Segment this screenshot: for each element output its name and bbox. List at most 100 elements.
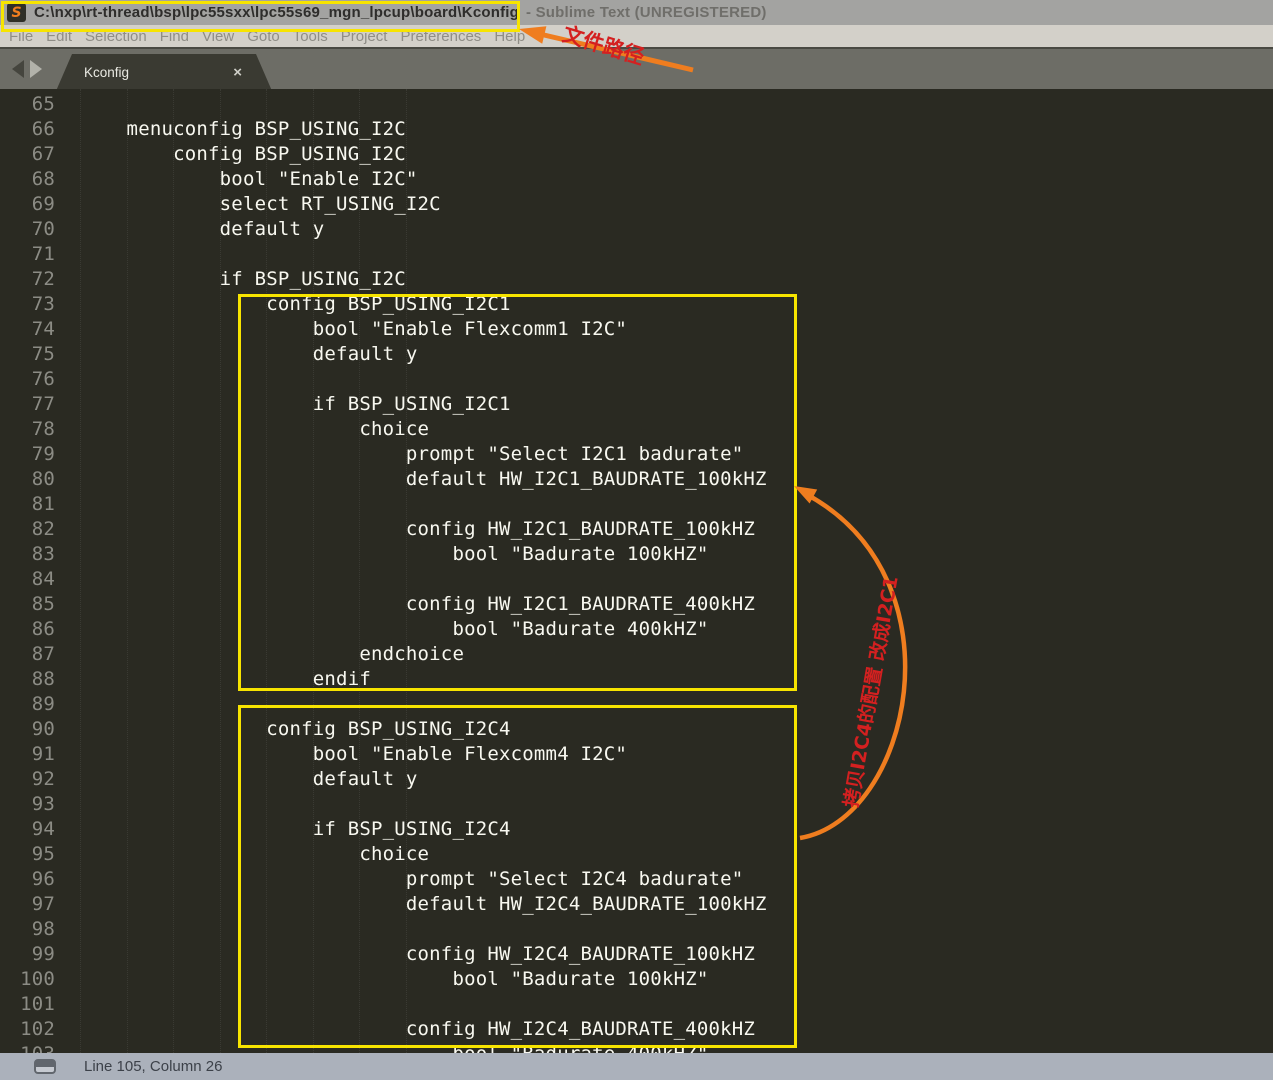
line-number: 83 [0, 542, 55, 567]
indent-guide [266, 89, 267, 1053]
code-line-94: 94 if BSP_USING_I2C4 [0, 817, 1273, 842]
menu-item-preferences[interactable]: Preferences [400, 28, 481, 45]
code-line-82: 82 config HW_I2C1_BAUDRATE_100kHZ [0, 517, 1273, 542]
window-title-bar[interactable]: S C:\nxp\rt-thread\bsp\lpc55sxx\lpc55s69… [0, 0, 1273, 25]
line-text: bool "Enable I2C" [55, 168, 418, 190]
line-number: 92 [0, 767, 55, 792]
code-line-65: 65 [0, 92, 1273, 117]
line-number: 74 [0, 317, 55, 342]
code-line-97: 97 default HW_I2C4_BAUDRATE_100kHZ [0, 892, 1273, 917]
menu-item-view[interactable]: View [202, 28, 234, 45]
code-line-71: 71 [0, 242, 1273, 267]
code-line-69: 69 select RT_USING_I2C [0, 192, 1273, 217]
line-number: 95 [0, 842, 55, 867]
line-text [55, 693, 80, 715]
menu-item-edit[interactable]: Edit [46, 28, 72, 45]
code-line-83: 83 bool "Badurate 100kHZ" [0, 542, 1273, 567]
menu-item-goto[interactable]: Goto [247, 28, 280, 45]
line-text: select RT_USING_I2C [55, 193, 441, 215]
line-text: bool "Enable Flexcomm4 I2C" [55, 743, 627, 765]
code-line-81: 81 [0, 492, 1273, 517]
line-number: 89 [0, 692, 55, 717]
code-line-76: 76 [0, 367, 1273, 392]
line-number: 66 [0, 117, 55, 142]
line-number: 68 [0, 167, 55, 192]
line-text: bool "Badurate 100kHZ" [55, 543, 709, 565]
sublime-logo-icon: S [7, 3, 26, 22]
line-text: config BSP_USING_I2C4 [55, 718, 511, 740]
menu-item-find[interactable]: Find [160, 28, 189, 45]
line-number: 84 [0, 567, 55, 592]
code-line-79: 79 prompt "Select I2C1 badurate" [0, 442, 1273, 467]
line-text [55, 793, 80, 815]
indent-guide [406, 89, 407, 1053]
line-number: 65 [0, 92, 55, 117]
code-line-100: 100 bool "Badurate 100kHZ" [0, 967, 1273, 992]
code-line-101: 101 [0, 992, 1273, 1017]
line-number: 77 [0, 392, 55, 417]
menu-item-tools[interactable]: Tools [293, 28, 328, 45]
line-number: 100 [0, 967, 55, 992]
status-bar: Line 105, Column 26 [0, 1053, 1273, 1080]
code-line-102: 102 config HW_I2C4_BAUDRATE_400kHZ [0, 1017, 1273, 1042]
line-text: choice [55, 843, 429, 865]
line-number: 87 [0, 642, 55, 667]
line-number: 99 [0, 942, 55, 967]
app-name-text: - Sublime Text (UNREGISTERED) [526, 4, 767, 21]
line-number: 93 [0, 792, 55, 817]
indent-guide [220, 89, 221, 1053]
line-text: prompt "Select I2C4 badurate" [55, 868, 743, 890]
line-text: bool "Badurate 100kHZ" [55, 968, 709, 990]
code-line-87: 87 endchoice [0, 642, 1273, 667]
indent-guide [173, 89, 174, 1053]
code-line-77: 77 if BSP_USING_I2C1 [0, 392, 1273, 417]
line-text: if BSP_USING_I2C1 [55, 393, 511, 415]
code-line-75: 75 default y [0, 342, 1273, 367]
line-text: menuconfig BSP_USING_I2C [55, 118, 406, 140]
line-number: 85 [0, 592, 55, 617]
line-number: 75 [0, 342, 55, 367]
menu-item-project[interactable]: Project [341, 28, 388, 45]
cursor-position-text: Line 105, Column 26 [84, 1058, 222, 1075]
code-editor[interactable]: 6566 menuconfig BSP_USING_I2C67 config B… [0, 89, 1273, 1053]
tab-close-icon[interactable]: × [233, 64, 242, 81]
line-text: bool "Enable Flexcomm1 I2C" [55, 318, 627, 340]
line-number: 97 [0, 892, 55, 917]
menu-item-file[interactable]: File [9, 28, 33, 45]
line-number: 82 [0, 517, 55, 542]
line-text: prompt "Select I2C1 badurate" [55, 443, 743, 465]
menu-item-help[interactable]: Help [494, 28, 525, 45]
code-line-86: 86 bool "Badurate 400kHZ" [0, 617, 1273, 642]
line-number: 91 [0, 742, 55, 767]
line-text: default y [55, 768, 418, 790]
line-text: if BSP_USING_I2C [55, 268, 406, 290]
line-number: 78 [0, 417, 55, 442]
line-number: 103 [0, 1042, 55, 1053]
code-line-84: 84 [0, 567, 1273, 592]
code-line-74: 74 bool "Enable Flexcomm1 I2C" [0, 317, 1273, 342]
line-text: default HW_I2C4_BAUDRATE_100kHZ [55, 893, 767, 915]
tab-back-icon[interactable] [12, 60, 24, 78]
line-text: endchoice [55, 643, 464, 665]
line-number: 71 [0, 242, 55, 267]
code-line-88: 88 endif [0, 667, 1273, 692]
line-text [55, 993, 80, 1015]
code-line-73: 73 config BSP_USING_I2C1 [0, 292, 1273, 317]
tab-bar: Kconfig × [0, 47, 1273, 89]
line-text [55, 243, 80, 265]
tab-forward-icon[interactable] [30, 60, 42, 78]
tab-kconfig[interactable]: Kconfig × [56, 54, 272, 91]
code-line-103: 103 bool "Badurate 400kHZ" [0, 1042, 1273, 1053]
line-text: bool "Badurate 400kHZ" [55, 618, 709, 640]
console-panel-icon[interactable] [34, 1059, 56, 1074]
file-path-text: C:\nxp\rt-thread\bsp\lpc55sxx\lpc55s69_m… [34, 4, 519, 21]
line-number: 101 [0, 992, 55, 1017]
line-number: 79 [0, 442, 55, 467]
line-text [55, 368, 80, 390]
indent-guide [313, 89, 314, 1053]
menu-item-selection[interactable]: Selection [85, 28, 147, 45]
code-line-89: 89 [0, 692, 1273, 717]
code-line-98: 98 [0, 917, 1273, 942]
indent-guide [127, 89, 128, 1053]
code-line-85: 85 config HW_I2C1_BAUDRATE_400kHZ [0, 592, 1273, 617]
